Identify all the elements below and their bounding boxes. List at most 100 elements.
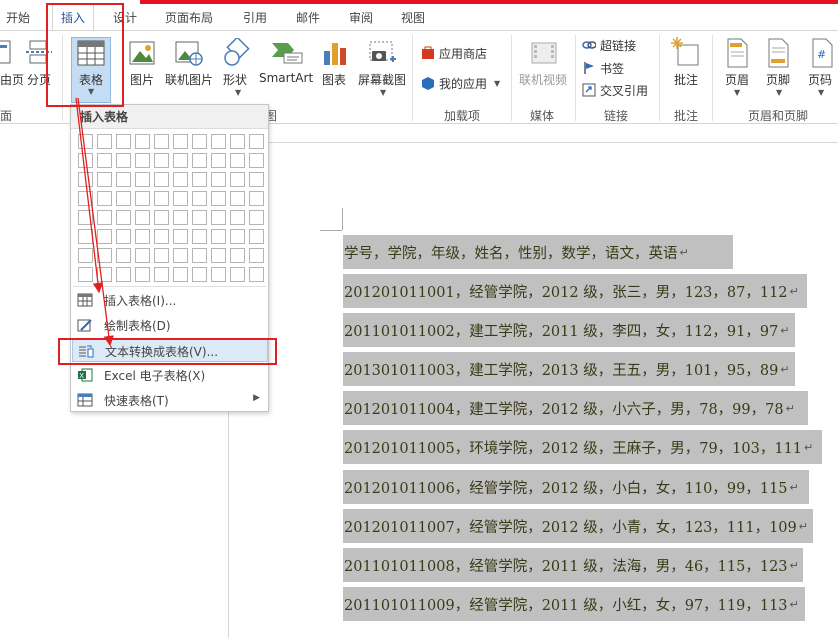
doc-line-header[interactable]: 学号，学院，年级，姓名，性别，数学，语文，英语 ↵ (343, 235, 733, 269)
table-grid-cell[interactable] (78, 229, 93, 244)
tab-review[interactable]: 审阅 (349, 9, 373, 27)
table-grid-cell[interactable] (116, 172, 131, 187)
table-grid-cell[interactable] (135, 210, 150, 225)
table-grid-cell[interactable] (116, 267, 131, 282)
doc-line[interactable]: 201201011001，经管学院，2012 级，张三，男，123，87，112… (343, 274, 807, 308)
cross-reference-button[interactable]: 交叉引用 (582, 80, 648, 100)
doc-line[interactable]: 201201011006，经管学院，2012 级，小白，女，110，99，115… (343, 470, 809, 504)
table-grid-cell[interactable] (135, 267, 150, 282)
table-grid-cell[interactable] (154, 191, 169, 206)
table-grid-cell[interactable] (230, 210, 245, 225)
table-grid-cell[interactable] (249, 191, 264, 206)
table-grid-cell[interactable] (173, 153, 188, 168)
tab-view[interactable]: 视图 (401, 9, 425, 27)
table-grid-cell[interactable] (230, 229, 245, 244)
menu-insert-table[interactable]: 插入表格(I)... (72, 288, 268, 312)
page-number-button[interactable]: 页码 (808, 71, 832, 88)
table-grid-cell[interactable] (211, 210, 226, 225)
table-grid-cell[interactable] (230, 248, 245, 263)
table-grid-cell[interactable] (192, 248, 207, 263)
table-grid-cell[interactable] (249, 153, 264, 168)
table-grid-cell[interactable] (78, 172, 93, 187)
table-grid-cell[interactable] (249, 229, 264, 244)
doc-line[interactable]: 201301011003，建工学院，2013 级，王五，男，101，95，89 ↵ (343, 352, 795, 386)
cover-page-button[interactable]: 由页 (0, 71, 24, 88)
table-grid-cell[interactable] (192, 267, 207, 282)
chart-button[interactable]: 图表 (322, 71, 346, 88)
table-grid-cell[interactable] (116, 229, 131, 244)
footer-button[interactable]: 页脚 (766, 71, 790, 88)
table-grid-cell[interactable] (230, 172, 245, 187)
table-grid-cell[interactable] (154, 134, 169, 149)
doc-line[interactable]: 201201011004，建工学院，2012 级，小六子，男，78，99，78 ↵ (343, 391, 808, 425)
table-grid-cell[interactable] (135, 153, 150, 168)
shapes-button[interactable]: 形状 (223, 71, 247, 88)
table-grid-cell[interactable] (97, 172, 112, 187)
table-grid-cell[interactable] (97, 210, 112, 225)
table-grid-cell[interactable] (173, 172, 188, 187)
table-grid-cell[interactable] (154, 210, 169, 225)
table-grid-cell[interactable] (173, 229, 188, 244)
menu-quick-tables[interactable]: 快速表格(T) ▶ (72, 388, 268, 412)
tab-mailings[interactable]: 邮件 (296, 9, 320, 27)
tab-home[interactable]: 开始 (6, 9, 30, 27)
bookmark-button[interactable]: 书签 (582, 58, 624, 78)
my-apps-button[interactable]: 我的应用 (421, 73, 487, 93)
table-grid-cell[interactable] (211, 191, 226, 206)
table-grid-cell[interactable] (249, 172, 264, 187)
table-grid-cell[interactable] (249, 210, 264, 225)
table-grid-cell[interactable] (249, 134, 264, 149)
table-grid-cell[interactable] (116, 153, 131, 168)
table-grid-cell[interactable] (78, 210, 93, 225)
table-grid-cell[interactable] (78, 134, 93, 149)
table-grid-cell[interactable] (97, 191, 112, 206)
menu-draw-table[interactable]: 绘制表格(D) (72, 313, 268, 337)
smartart-button[interactable]: SmartArt (259, 71, 313, 85)
table-grid-cell[interactable] (154, 267, 169, 282)
table-grid-cell[interactable] (154, 172, 169, 187)
table-grid-cell[interactable] (97, 153, 112, 168)
table-grid-cell[interactable] (135, 172, 150, 187)
table-grid-cell[interactable] (116, 191, 131, 206)
table-grid-cell[interactable] (230, 153, 245, 168)
table-grid-cell[interactable] (116, 134, 131, 149)
table-grid-cell[interactable] (192, 229, 207, 244)
table-grid-cell[interactable] (78, 248, 93, 263)
tab-page-layout[interactable]: 页面布局 (165, 9, 213, 27)
table-grid-cell[interactable] (173, 191, 188, 206)
table-grid-cell[interactable] (192, 153, 207, 168)
table-grid-cell[interactable] (192, 172, 207, 187)
table-grid-cell[interactable] (135, 248, 150, 263)
table-grid-cell[interactable] (249, 248, 264, 263)
table-grid-cell[interactable] (78, 153, 93, 168)
table-grid-cell[interactable] (249, 267, 264, 282)
doc-line[interactable]: 201201011005，环境学院，2012 级，王麻子，男，79，103，11… (343, 430, 822, 464)
table-grid-cell[interactable] (173, 210, 188, 225)
hyperlink-button[interactable]: 超链接 (582, 35, 636, 55)
comment-button[interactable]: 批注 (674, 71, 698, 88)
table-grid-cell[interactable] (173, 134, 188, 149)
table-grid-cell[interactable] (211, 134, 226, 149)
table-grid-cell[interactable] (78, 191, 93, 206)
table-grid-cell[interactable] (211, 248, 226, 263)
doc-line[interactable]: 201101011009，经管学院，2011 级，小红，女，97，119，113… (343, 587, 805, 621)
table-grid-cell[interactable] (116, 210, 131, 225)
table-grid-cell[interactable] (97, 134, 112, 149)
table-grid-cell[interactable] (135, 229, 150, 244)
online-picture-button[interactable]: 联机图片 (165, 71, 213, 88)
table-grid-cell[interactable] (116, 248, 131, 263)
doc-line[interactable]: 201101011002，建工学院，2011 级，李四，女，112，91，97 ↵ (343, 313, 795, 347)
table-grid-cell[interactable] (192, 210, 207, 225)
table-grid-cell[interactable] (211, 229, 226, 244)
doc-line[interactable]: 201201011007，经管学院，2012 级，小青，女，123，111，10… (343, 509, 813, 543)
table-grid-cell[interactable] (230, 134, 245, 149)
table-grid-cell[interactable] (211, 267, 226, 282)
table-grid-cell[interactable] (78, 267, 93, 282)
table-grid-cell[interactable] (173, 267, 188, 282)
doc-line[interactable]: 201101011008，经管学院，2011 级，法海，男，46，115，123… (343, 548, 803, 582)
table-grid-cell[interactable] (97, 229, 112, 244)
table-grid-cell[interactable] (97, 267, 112, 282)
header-button[interactable]: 页眉 (725, 71, 749, 88)
table-grid-cell[interactable] (211, 172, 226, 187)
table-grid-cell[interactable] (154, 248, 169, 263)
